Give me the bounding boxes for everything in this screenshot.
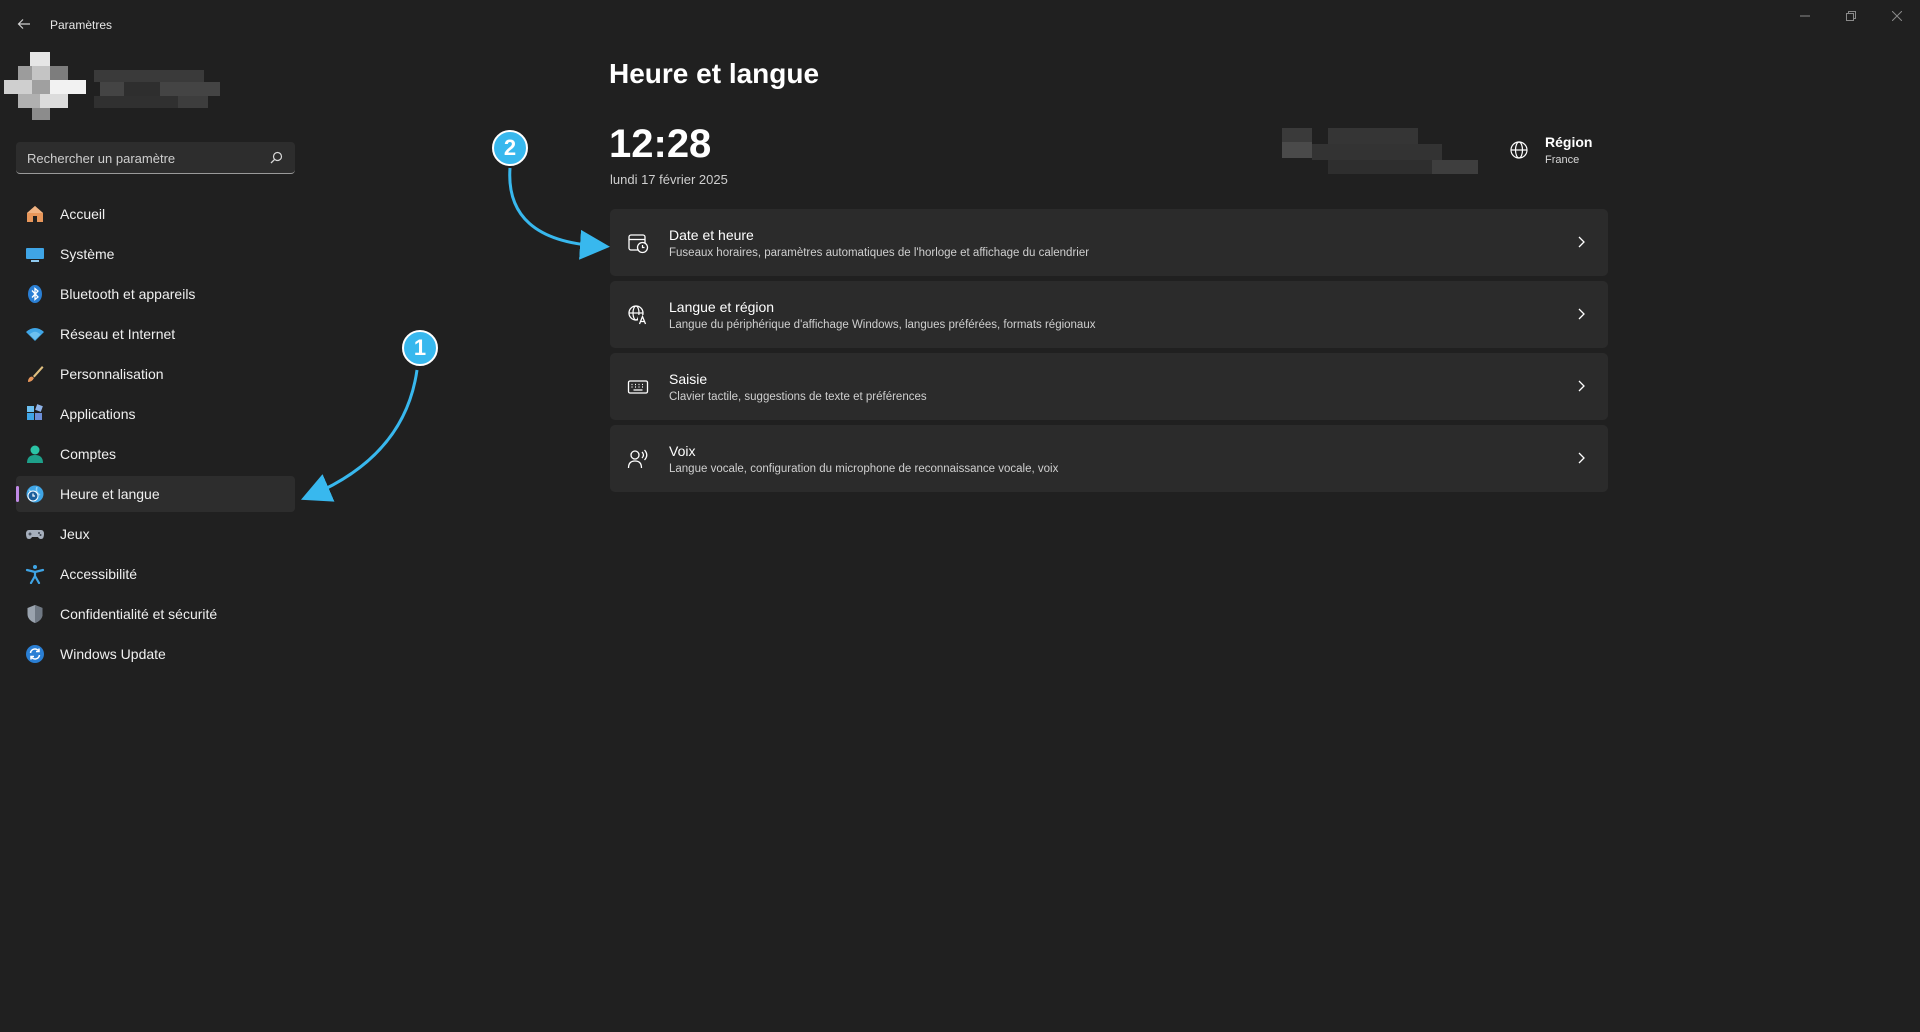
back-arrow-icon: [17, 19, 30, 29]
sidebar-item-applications[interactable]: Applications: [16, 396, 295, 432]
minimize-icon: [1800, 15, 1810, 17]
shield-icon: [25, 604, 45, 624]
annotation-badge-2: 2: [492, 130, 528, 166]
gamepad-icon: [25, 524, 45, 544]
card-description: Fuseaux horaires, paramètres automatique…: [669, 247, 1090, 259]
sidebar-item-label: Bluetooth et appareils: [60, 286, 196, 302]
apps-icon: [25, 404, 45, 424]
language-icon: [628, 305, 648, 325]
sidebar-item-label: Personnalisation: [60, 366, 164, 382]
speech-icon: [627, 449, 648, 469]
annotation-arrow-1: [300, 369, 419, 502]
settings-cards: Date et heure Fuseaux horaires, paramètr…: [610, 209, 1608, 497]
card-title: Date et heure: [669, 227, 754, 243]
region-value: France: [1545, 154, 1580, 166]
search-box[interactable]: Rechercher un paramètre: [16, 142, 295, 174]
card-description: Clavier tactile, suggestions de texte et…: [669, 391, 927, 403]
card-saisie[interactable]: Saisie Clavier tactile, suggestions de t…: [610, 353, 1608, 420]
search-icon[interactable]: [270, 151, 283, 164]
chevron-right-icon: [1578, 236, 1585, 248]
sidebar-item-label: Système: [60, 246, 115, 262]
sidebar-item-label: Accueil: [60, 206, 106, 222]
sidebar-item-label: Windows Update: [60, 646, 166, 662]
calendar-clock-icon: [628, 234, 649, 254]
accessibility-icon: [25, 564, 45, 584]
minimize-button[interactable]: [1782, 0, 1828, 32]
sidebar-item-label: Confidentialité et sécurité: [60, 606, 218, 622]
card-voix[interactable]: Voix Langue vocale, configuration du mic…: [610, 425, 1608, 492]
card-title: Saisie: [669, 371, 708, 387]
bluetooth-icon: [25, 284, 45, 304]
sidebar-item-reseau[interactable]: Réseau et Internet: [16, 316, 295, 352]
blurred-info: [1282, 128, 1478, 174]
current-time: 12:28: [609, 122, 712, 166]
window-controls: [1782, 0, 1920, 32]
sidebar-item-windows-update[interactable]: Windows Update: [16, 636, 295, 672]
sidebar-item-label: Réseau et Internet: [60, 326, 176, 342]
restore-icon: [1846, 11, 1856, 21]
annotation-badge-1: 1: [402, 330, 438, 366]
sidebar-item-accessibilite[interactable]: Accessibilité: [16, 556, 295, 592]
chevron-right-icon: [1578, 452, 1585, 464]
wifi-icon: [25, 324, 45, 344]
search-input[interactable]: Rechercher un paramètre: [27, 151, 175, 166]
sidebar-item-label: Comptes: [60, 446, 117, 462]
sidebar-item-label: Jeux: [60, 526, 90, 542]
sidebar-item-personnalisation[interactable]: Personnalisation: [16, 356, 295, 392]
sidebar-item-confidentialite[interactable]: Confidentialité et sécurité: [16, 596, 295, 632]
update-icon: [25, 644, 45, 664]
sidebar-item-systeme[interactable]: Système: [16, 236, 295, 272]
sidebar-item-comptes[interactable]: Comptes: [16, 436, 295, 472]
back-button[interactable]: [12, 12, 36, 36]
app-title: Paramètres: [50, 18, 113, 32]
close-icon: [1892, 11, 1902, 21]
sidebar-item-heure-et-langue[interactable]: Heure et langue: [16, 476, 295, 512]
region-widget[interactable]: Région France: [1505, 130, 1625, 174]
annotation-arrow-2: [508, 167, 610, 260]
restore-button[interactable]: [1828, 0, 1874, 32]
sidebar-nav: Accueil Système Bluetooth et appareils R…: [16, 196, 295, 676]
person-icon: [25, 444, 45, 464]
sidebar-item-label: Heure et langue: [60, 486, 160, 502]
card-langue-et-region[interactable]: Langue et région Langue du périphérique …: [610, 281, 1608, 348]
close-button[interactable]: [1874, 0, 1920, 32]
sidebar-item-jeux[interactable]: Jeux: [16, 516, 295, 552]
sidebar-item-accueil[interactable]: Accueil: [16, 196, 295, 232]
card-date-et-heure[interactable]: Date et heure Fuseaux horaires, paramètr…: [610, 209, 1608, 276]
title-bar: Paramètres: [0, 0, 1920, 48]
card-description: Langue vocale, configuration du micropho…: [669, 463, 1059, 475]
sidebar-item-label: Accessibilité: [60, 566, 138, 582]
chevron-right-icon: [1578, 308, 1585, 320]
display-icon: [25, 244, 45, 264]
globe-icon: [1510, 141, 1528, 159]
sidebar-item-label: Applications: [60, 406, 136, 422]
home-icon: [25, 204, 45, 224]
sidebar-item-bluetooth[interactable]: Bluetooth et appareils: [16, 276, 295, 312]
card-description: Langue du périphérique d'affichage Windo…: [669, 319, 1096, 331]
keyboard-icon: [627, 380, 649, 394]
card-title: Voix: [669, 443, 696, 459]
region-label: Région: [1545, 134, 1593, 150]
chevron-right-icon: [1578, 380, 1585, 392]
page-title: Heure et langue: [609, 58, 820, 89]
user-profile-blurred[interactable]: [4, 52, 220, 120]
current-date: lundi 17 février 2025: [610, 172, 728, 187]
brush-icon: [25, 364, 45, 384]
globe-clock-icon: [25, 484, 45, 504]
card-title: Langue et région: [669, 299, 775, 315]
